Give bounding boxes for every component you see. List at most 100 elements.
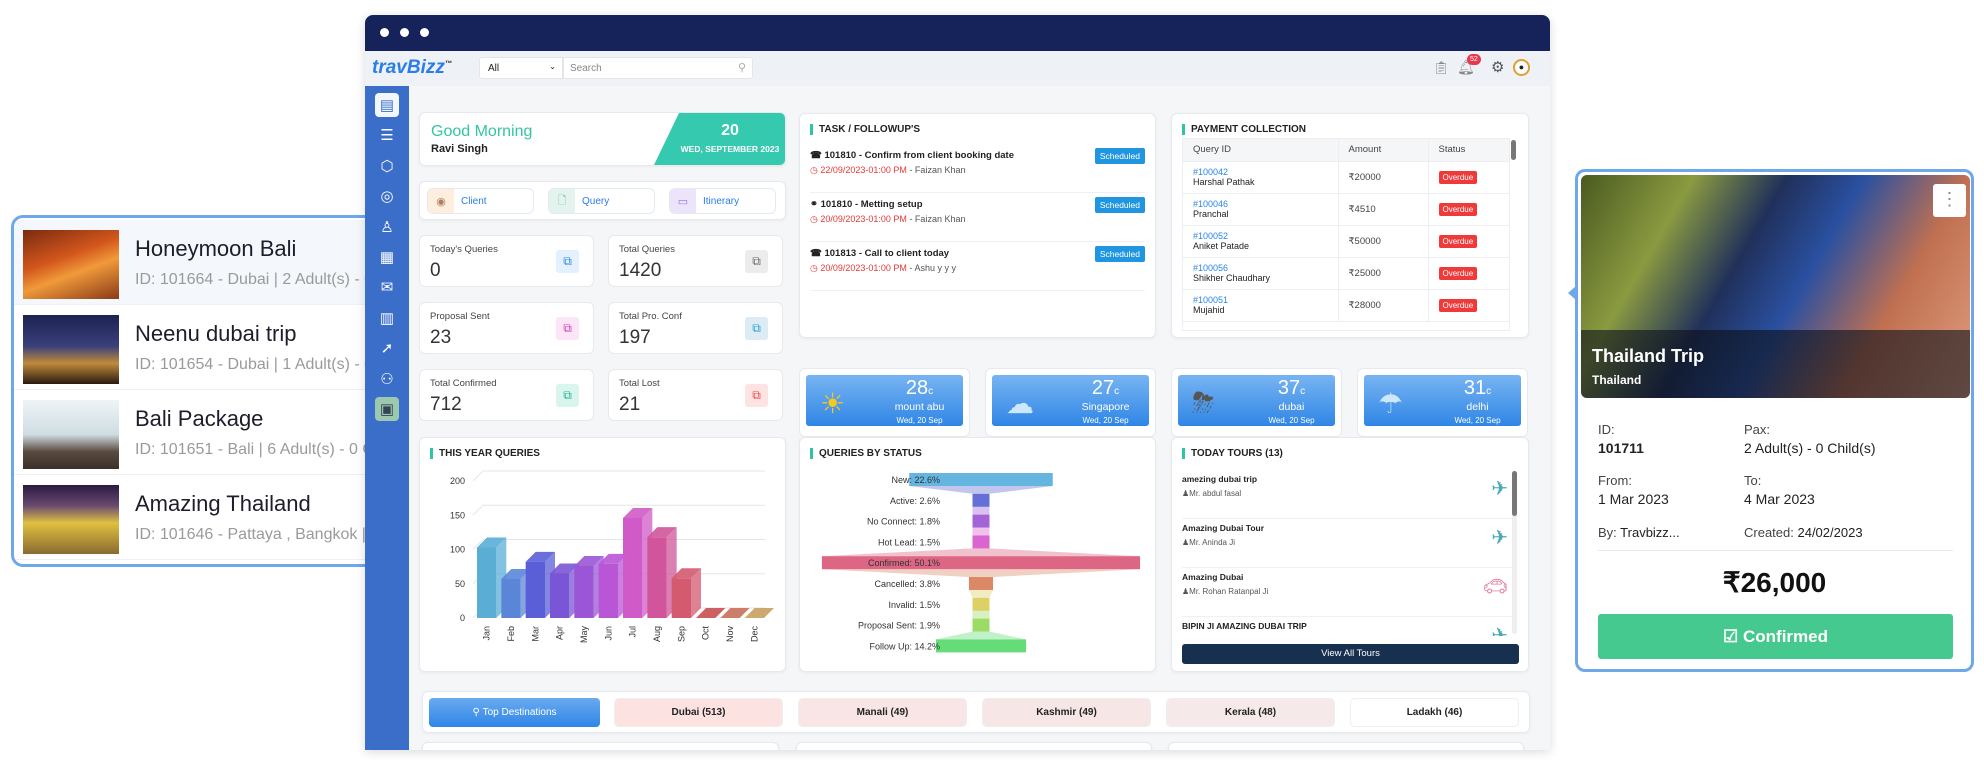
- trip-title: Neenu dubai trip: [135, 321, 297, 346]
- thunderstorm-icon: ⛈: [1192, 387, 1215, 418]
- clipboard-icon[interactable]: 📋︎: [1433, 60, 1450, 76]
- tour-title: BIPIN JI AMAZING DUBAI TRIP: [1182, 621, 1307, 631]
- external-link-icon[interactable]: ⧉: [556, 317, 579, 340]
- bar-top: [696, 608, 726, 618]
- table-row[interactable]: #100056 Shikher Chaudhary ₹25000 Overdue: [1183, 257, 1509, 289]
- quick-link-client[interactable]: ◉ Client: [427, 188, 534, 214]
- tour-person: Mr. Aninda Ji: [1189, 538, 1235, 547]
- query-id-link[interactable]: #100051: [1193, 295, 1338, 305]
- mail-icon[interactable]: ✉: [375, 275, 399, 299]
- view-all-tours-button[interactable]: View All Tours: [1182, 644, 1519, 664]
- city: dubai: [1278, 401, 1305, 413]
- destination-pill[interactable]: Manali (49): [798, 698, 967, 727]
- task-item[interactable]: ☎ 101810 - Confirm from client booking d…: [810, 146, 1145, 193]
- task-item[interactable]: ⚭ 101810 - Metting setup ◷ 20/09/2023-01:…: [810, 195, 1145, 242]
- bottom-card: [1168, 742, 1524, 750]
- table-row[interactable]: #100052 Aniket Patade ₹50000 Overdue: [1183, 225, 1509, 257]
- window-dot[interactable]: [380, 28, 389, 37]
- building-icon[interactable]: ▦: [375, 245, 399, 269]
- stat-card[interactable]: Total Confirmed 712 ⧉: [419, 369, 594, 421]
- column-header: Query ID: [1183, 139, 1339, 161]
- gear-icon[interactable]: ⚙: [1491, 58, 1504, 76]
- quick-link-query[interactable]: 🗋 Query: [548, 188, 655, 214]
- search-scope-select[interactable]: All ⌄: [479, 57, 563, 79]
- task-item[interactable]: ☎ 101813 - Call to client today ◷ 20/09/2…: [810, 244, 1145, 291]
- list-icon[interactable]: ☰: [375, 123, 399, 147]
- gallery-icon[interactable]: ▣: [375, 397, 399, 421]
- search-input[interactable]: Search ⚲: [563, 57, 753, 79]
- top-destinations-button[interactable]: ⚲ Top Destinations: [429, 698, 600, 727]
- stat-value: 712: [430, 394, 462, 415]
- table-row[interactable]: #100046 Pranchal ₹4510 Overdue: [1183, 193, 1509, 225]
- external-link-icon[interactable]: ⧉: [745, 317, 768, 340]
- destination-pill[interactable]: Kerala (48): [1166, 698, 1335, 727]
- query-id-link[interactable]: #100052: [1193, 231, 1338, 241]
- section-title: PAYMENT COLLECTION: [1182, 124, 1306, 135]
- list-item[interactable]: Honeymoon Bali ID: 101664 - Dubai | 2 Ad…: [14, 220, 408, 305]
- table-row[interactable]: #100042 Harshal Pathak ₹20000 Overdue: [1183, 161, 1509, 193]
- click-icon[interactable]: ➚: [375, 336, 399, 360]
- funnel-chart: New: 22.6% Active: 2.6% No Connect: 1.8% Ho…: [821, 473, 1141, 653]
- funnel-segment-active: [972, 493, 990, 507]
- list-item[interactable]: Bali Package ID: 101651 - Bali | 6 Adult…: [14, 390, 408, 475]
- list-item[interactable]: Neenu dubai trip ID: 101654 - Dubai | 1 …: [14, 305, 408, 390]
- user-circle-icon[interactable]: ◎: [375, 184, 399, 208]
- query-id-link[interactable]: #100042: [1193, 167, 1338, 177]
- destination-pill[interactable]: Ladakh (46): [1350, 698, 1519, 727]
- user-icon[interactable]: ♙: [375, 215, 399, 239]
- bar-sep: [671, 568, 701, 618]
- destination-pill[interactable]: Dubai (513): [614, 698, 783, 727]
- query-id-link[interactable]: #100046: [1193, 199, 1338, 209]
- external-link-icon[interactable]: ⧉: [556, 384, 579, 407]
- scrollbar-track[interactable]: [1512, 471, 1517, 634]
- window-dot[interactable]: [420, 28, 429, 37]
- quick-link-itinerary[interactable]: ▭ Itinerary: [669, 188, 776, 214]
- stat-card[interactable]: Today's Queries 0 ⧉: [419, 235, 594, 287]
- x-tick-label: Oct: [701, 626, 711, 641]
- tour-item[interactable]: Amazing Dubai ♟Mr. Rohan Ratanpal Ji 🚗︎: [1182, 568, 1512, 617]
- confirmed-status-button[interactable]: ☑ Confirmed: [1598, 614, 1953, 659]
- stat-card[interactable]: Proposal Sent 23 ⧉: [419, 302, 594, 354]
- avatar[interactable]: ●: [1513, 59, 1530, 76]
- external-link-icon[interactable]: ⧉: [745, 384, 768, 407]
- id-label: ID:: [1598, 422, 1615, 437]
- package-icon[interactable]: ⬡: [375, 154, 399, 178]
- amount: ₹20000: [1338, 161, 1429, 193]
- add-file-icon: 🗋: [549, 189, 575, 213]
- window-titlebar: [365, 15, 1550, 51]
- table-row[interactable]: #100051 Mujahid ₹28000 Overdue: [1183, 289, 1509, 321]
- kebab-menu-icon[interactable]: ⋮: [1933, 184, 1966, 217]
- tour-item[interactable]: Amazing Dubai Tour ♟Mr. Aninda Ji ✈: [1182, 519, 1512, 568]
- dashboard-icon[interactable]: ▤: [375, 93, 399, 117]
- table-row[interactable]: [1183, 321, 1509, 330]
- briefcase-icon: ▭: [670, 189, 696, 213]
- x-tick-label: Nov: [725, 626, 735, 643]
- funnel-label: Confirmed: 50.1%: [868, 558, 940, 568]
- task-assignee: - Faizan Khan: [906, 165, 966, 175]
- phone-icon: ☎: [810, 248, 825, 259]
- tour-item[interactable]: amezing dubai trip ♟Mr. abdul fasal ✈: [1182, 470, 1512, 519]
- sitemap-icon[interactable]: ⚇: [375, 367, 399, 391]
- app-window: travBizz™ All ⌄ Search ⚲ 📋︎ 🔔︎ 52 ⚙ ● ▤ ☰ ⬡…: [365, 15, 1550, 750]
- weather-date: Wed, 20 Sep: [1268, 416, 1315, 425]
- stat-card[interactable]: Total Lost 21 ⧉: [608, 369, 783, 421]
- query-id-link[interactable]: #100056: [1193, 263, 1338, 273]
- stat-card[interactable]: Total Queries 1420 ⧉: [608, 235, 783, 287]
- report-icon[interactable]: ▥: [375, 306, 399, 330]
- scrollbar[interactable]: [1512, 471, 1517, 516]
- window-dot[interactable]: [400, 28, 409, 37]
- y-tick-label: 0: [460, 613, 465, 623]
- by-label: By:: [1598, 525, 1621, 540]
- stat-card[interactable]: Total Pro. Conf 197 ⧉: [608, 302, 783, 354]
- external-link-icon[interactable]: ⧉: [745, 250, 768, 273]
- funnel-segment-cancelled: [968, 577, 994, 590]
- scrollbar[interactable]: [1511, 140, 1516, 160]
- external-link-icon[interactable]: ⧉: [556, 250, 579, 273]
- logo[interactable]: travBizz™: [372, 57, 452, 79]
- list-item[interactable]: Amazing Thailand ID: 101646 - Pattaya , …: [14, 475, 408, 560]
- task-followup-card: TASK / FOLLOWUP'S ☎ 101810 - Confirm fro…: [799, 113, 1156, 338]
- tour-item[interactable]: BIPIN JI AMAZING DUBAI TRIP ✈: [1182, 617, 1512, 636]
- search-icon[interactable]: ⚲: [738, 61, 746, 74]
- x-tick-label: May: [579, 626, 589, 644]
- destination-pill[interactable]: Kashmir (49): [982, 698, 1151, 727]
